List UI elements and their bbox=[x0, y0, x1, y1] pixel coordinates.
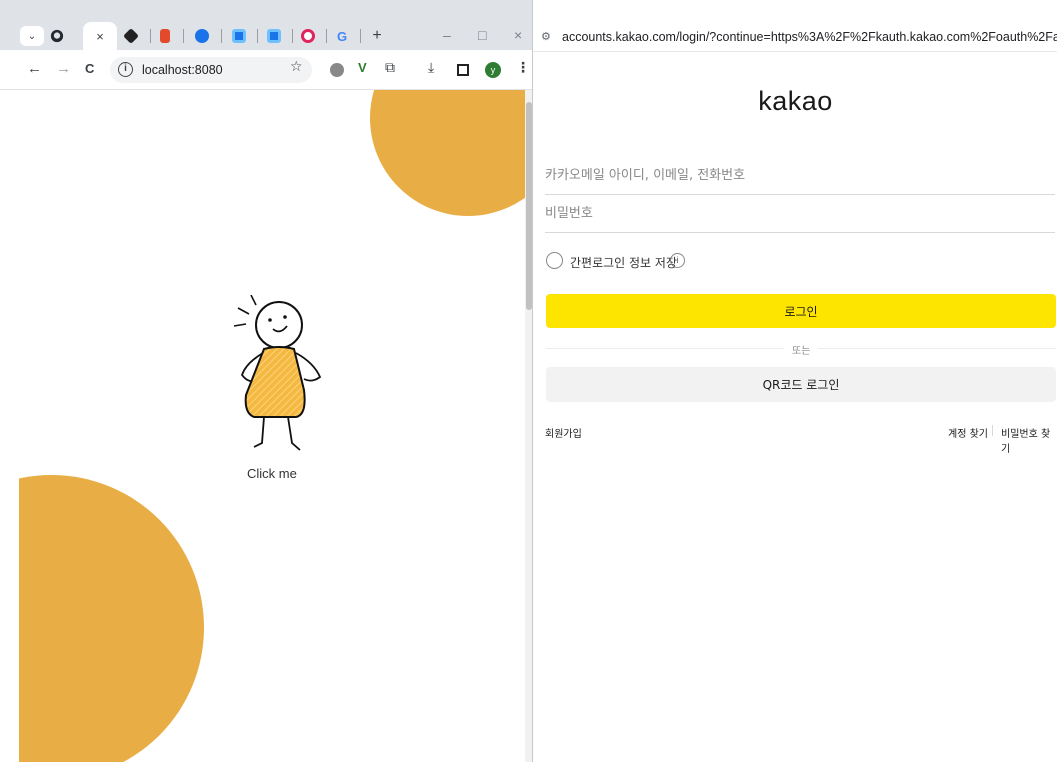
tab-favicon-app-icon[interactable] bbox=[267, 29, 281, 43]
tab-separator bbox=[221, 29, 222, 43]
tab-close-icon[interactable]: × bbox=[92, 26, 108, 46]
tab-separator bbox=[257, 29, 258, 43]
download-icon[interactable]: ⤓ bbox=[428, 59, 434, 76]
puzzle-icon[interactable]: ⧉ bbox=[385, 59, 395, 76]
tab-separator bbox=[326, 29, 327, 43]
login-button[interactable]: 로그인 bbox=[546, 294, 1056, 328]
close-window-button[interactable]: × bbox=[514, 27, 522, 43]
find-account-link[interactable]: 계정 찾기 bbox=[948, 425, 988, 440]
side-panel-icon[interactable] bbox=[457, 64, 469, 76]
address-url[interactable]: localhost:8080 bbox=[142, 63, 223, 77]
profile-avatar[interactable]: y bbox=[485, 62, 501, 78]
footer-separator bbox=[992, 425, 993, 436]
tab-favicon-block-icon[interactable] bbox=[301, 29, 315, 43]
github-logo-icon bbox=[50, 29, 64, 43]
reload-button[interactable]: C bbox=[85, 61, 94, 76]
character-illustration[interactable] bbox=[224, 295, 324, 465]
scrollbar-thumb[interactable] bbox=[526, 102, 532, 310]
github-icon[interactable] bbox=[50, 26, 64, 46]
tab-favicon-figma-icon[interactable] bbox=[160, 29, 170, 43]
site-settings-icon[interactable]: ⚙ bbox=[541, 30, 551, 43]
tab-separator bbox=[183, 29, 184, 43]
menu-icon[interactable]: ⋮ bbox=[516, 59, 530, 76]
password-field[interactable] bbox=[545, 195, 1055, 233]
browser-toolbar: ← → C i localhost:8080 ☆ V ⧉ ⤓ y ⋮ bbox=[0, 50, 532, 127]
qr-login-button[interactable]: QR코드 로그인 bbox=[546, 367, 1056, 402]
tab-separator bbox=[360, 29, 361, 43]
tab-strip: ⌄ × G + – □ × bbox=[0, 0, 532, 50]
screen: ⌄ × G + – □ × ← → C i localhost:8080 ☆ V… bbox=[0, 0, 1057, 762]
minimize-button[interactable]: – bbox=[443, 27, 451, 43]
scrollbar[interactable] bbox=[525, 90, 532, 762]
left-browser-window: ⌄ × G + – □ × ← → C i localhost:8080 ☆ V… bbox=[0, 0, 533, 762]
info-icon[interactable]: i bbox=[670, 253, 685, 268]
kakao-logo: kakao bbox=[758, 86, 833, 116]
id-field[interactable] bbox=[545, 157, 1055, 195]
tab-favicon-puzzle-icon[interactable] bbox=[195, 29, 209, 43]
decorative-circle-top bbox=[370, 90, 525, 216]
address-bar[interactable]: i localhost:8080 bbox=[110, 57, 312, 83]
popup-address-bar: ⚙ accounts.kakao.com/login/?continue=htt… bbox=[534, 22, 1057, 52]
save-login-checkbox[interactable] bbox=[546, 252, 563, 269]
site-info-icon[interactable]: i bbox=[118, 62, 133, 77]
save-login-label[interactable]: 간편로그인 정보 저장 bbox=[570, 254, 677, 271]
id-input[interactable] bbox=[545, 157, 1055, 194]
tab-favicon-app-icon[interactable] bbox=[232, 29, 246, 43]
divider-text: 또는 bbox=[784, 342, 819, 357]
decorative-circle-bottom bbox=[19, 475, 204, 762]
find-password-link[interactable]: 비밀번호 찾기 bbox=[1001, 425, 1057, 455]
tab-favicon-google-icon[interactable]: G bbox=[335, 26, 349, 46]
popup-url: accounts.kakao.com/login/?continue=https… bbox=[562, 30, 1057, 44]
extension-icon[interactable] bbox=[330, 63, 344, 77]
tab-separator bbox=[292, 29, 293, 43]
signup-link[interactable]: 회원가입 bbox=[545, 425, 582, 440]
page-viewport: Click me bbox=[19, 90, 525, 762]
forward-button[interactable]: → bbox=[56, 60, 71, 77]
maximize-button[interactable]: □ bbox=[478, 27, 486, 43]
vue-devtools-icon[interactable]: V bbox=[358, 60, 367, 75]
back-button[interactable]: ← bbox=[27, 60, 42, 77]
tab-search-button[interactable]: ⌄ bbox=[20, 26, 44, 46]
tab-favicon-diamond-icon[interactable] bbox=[123, 28, 139, 44]
bookmark-star-icon[interactable]: ☆ bbox=[290, 58, 303, 75]
click-me-label[interactable]: Click me bbox=[247, 466, 297, 481]
kakao-login-popup: ⚙ accounts.kakao.com/login/?continue=htt… bbox=[534, 0, 1057, 762]
new-tab-button[interactable]: + bbox=[370, 26, 384, 46]
tab-separator bbox=[150, 29, 151, 43]
password-input[interactable] bbox=[545, 195, 1055, 232]
